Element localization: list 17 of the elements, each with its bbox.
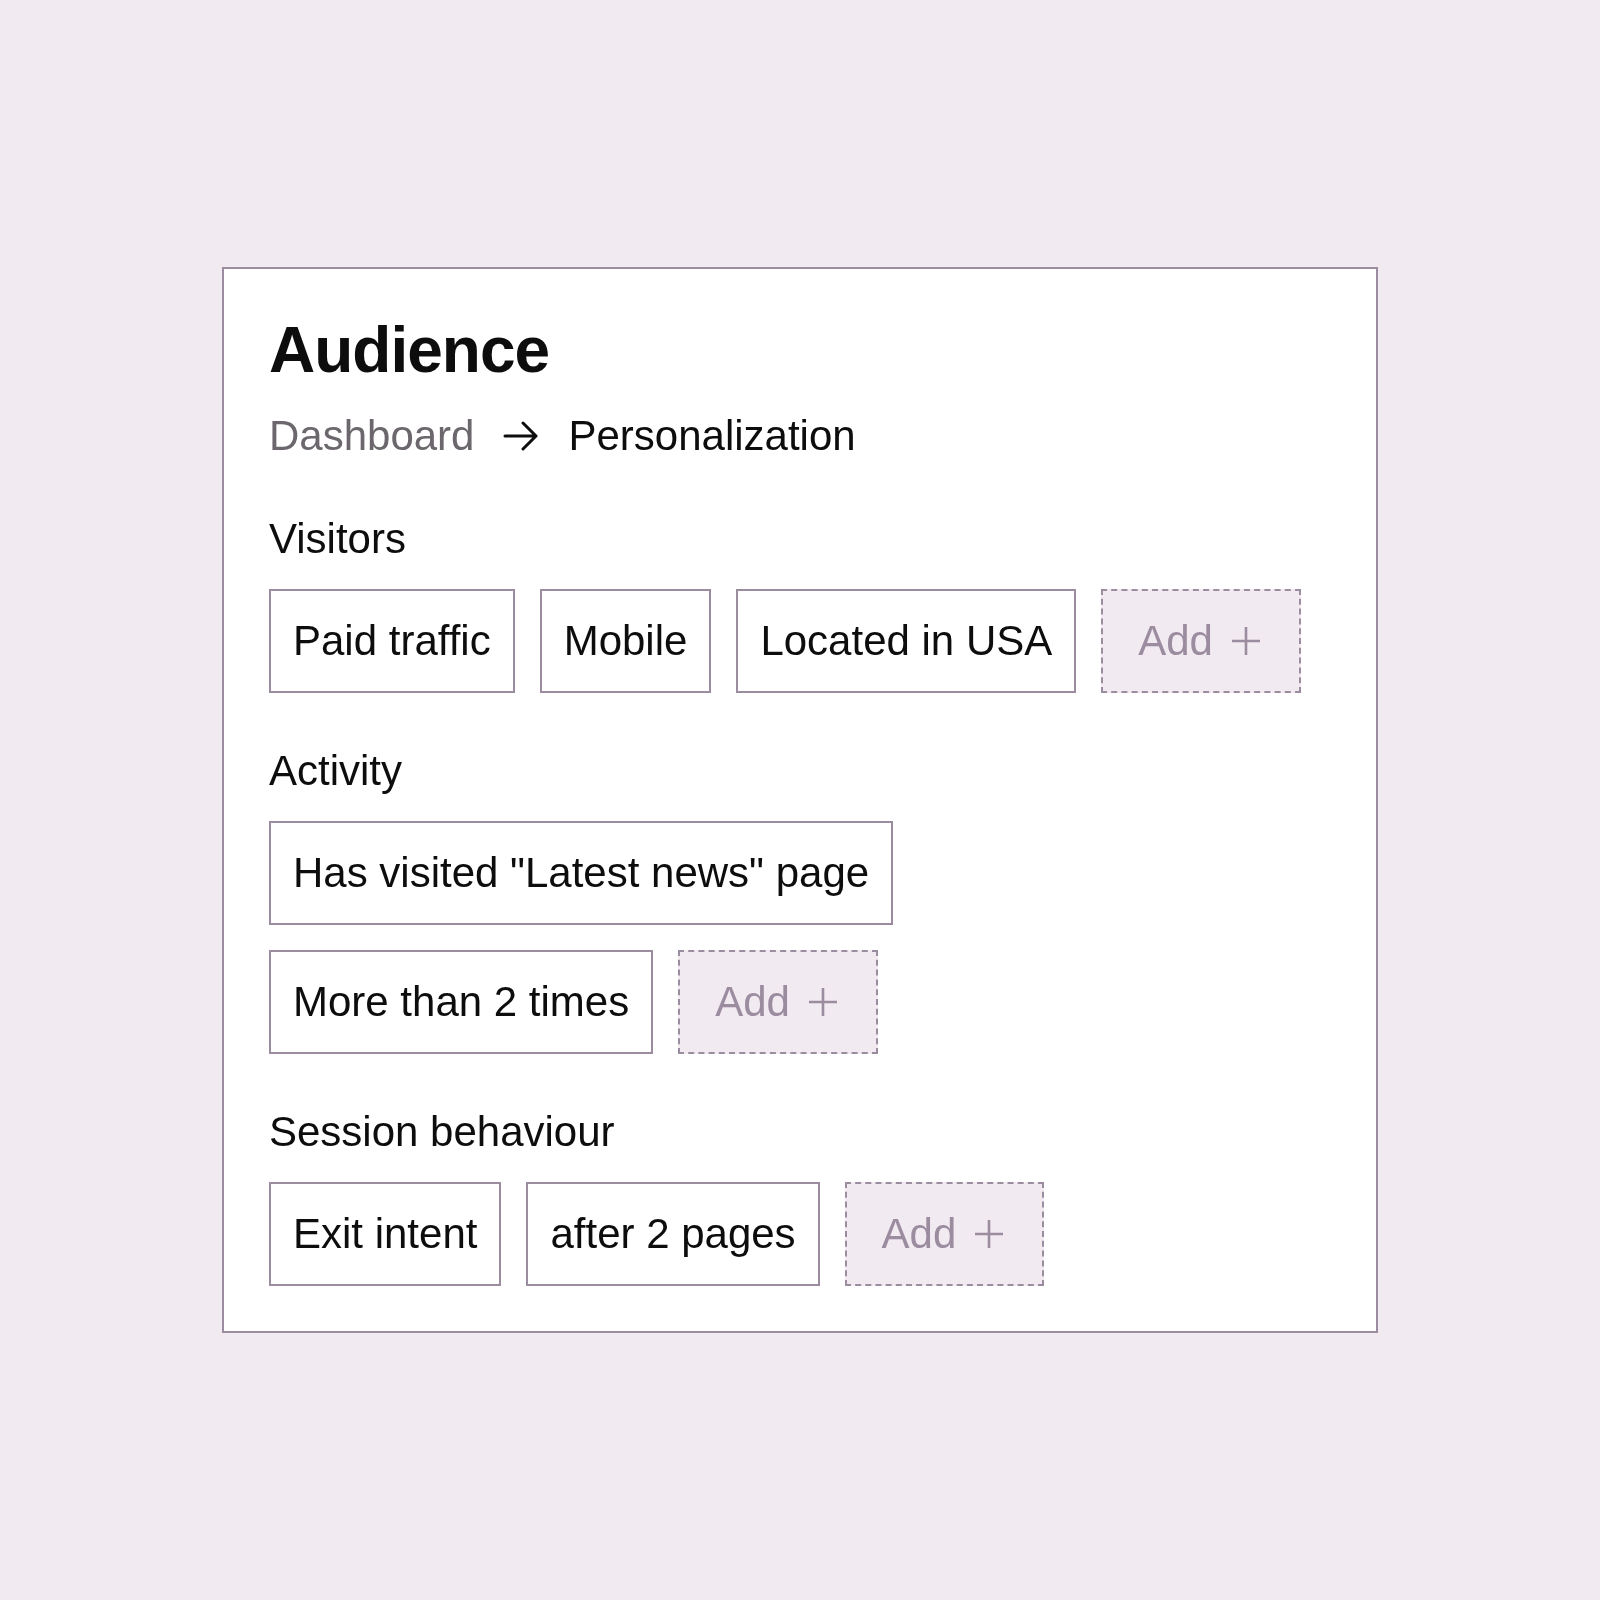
arrow-right-icon — [503, 421, 540, 451]
condition-chip[interactable]: Has visited "Latest news" page — [269, 821, 894, 925]
page-title: Audience — [269, 313, 550, 388]
plus-icon — [1231, 626, 1261, 656]
condition-chip[interactable]: after 2 pages — [526, 1182, 820, 1286]
section-label: Visitors — [269, 514, 406, 564]
plus-icon — [807, 987, 838, 1017]
condition-chip[interactable]: Exit intent — [269, 1182, 502, 1286]
condition-chip[interactable]: More than 2 times — [269, 950, 654, 1054]
condition-chip[interactable]: Paid traffic — [269, 589, 515, 693]
condition-chip[interactable]: Located in USA — [736, 589, 1077, 693]
section-label: Session behaviour — [269, 1107, 615, 1157]
section-label: Activity — [269, 746, 402, 796]
breadcrumb-item[interactable]: Dashboard — [269, 411, 475, 461]
condition-chip[interactable]: Mobile — [539, 589, 712, 693]
breadcrumb-item: Personalization — [568, 411, 856, 461]
plus-icon — [974, 1219, 1005, 1249]
